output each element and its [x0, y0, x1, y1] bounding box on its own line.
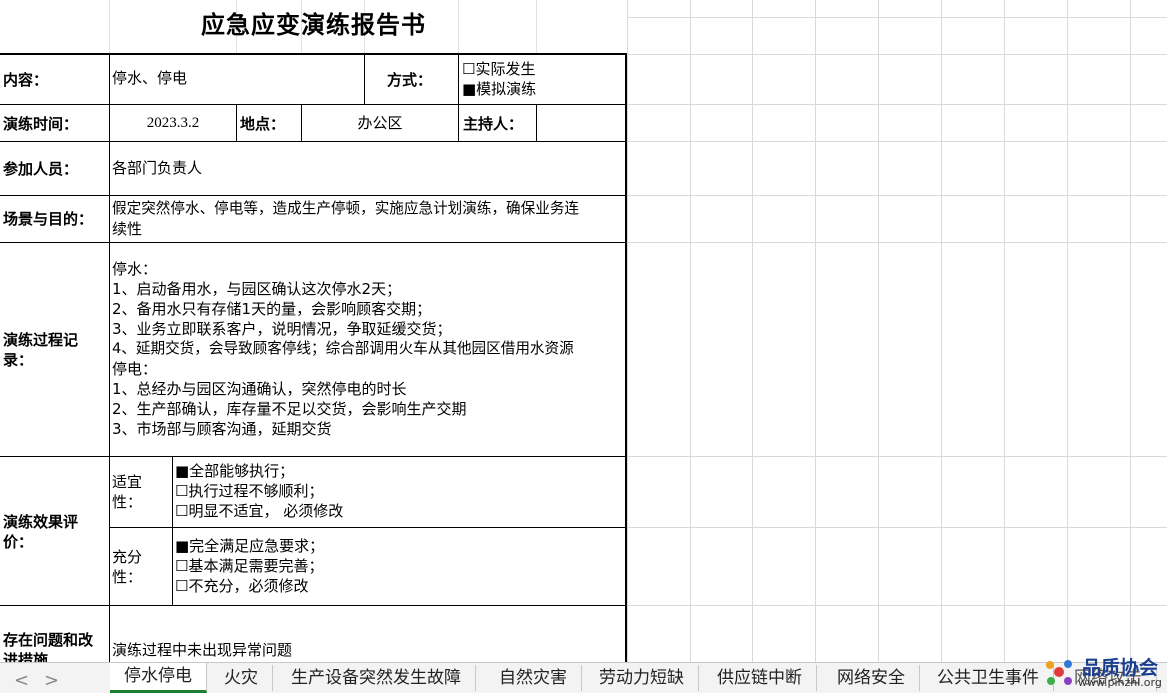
process-line[interactable]: 停电： — [112, 359, 157, 379]
process-label: 录： — [3, 351, 34, 369]
chevron-left-icon[interactable]: < — [14, 670, 29, 691]
sufficiency-label: 性： — [112, 568, 143, 586]
report-title: 应急应变演练报告书 — [201, 10, 426, 39]
place-value[interactable]: 办公区 — [302, 113, 458, 133]
tab-fire[interactable]: 火灾 — [210, 665, 273, 691]
sufficiency-option[interactable]: ☐基本满足需要完善； — [175, 556, 323, 576]
grid-line — [627, 104, 1167, 105]
grid-line — [627, 0, 628, 662]
issue-label: 进措施 — [3, 651, 49, 662]
process-line[interactable]: 3、业务立即联系客户，说明情况，争取延缓交货； — [112, 319, 452, 339]
scene-value-line[interactable]: 续性 — [112, 219, 142, 239]
border — [172, 456, 173, 605]
chevron-right-icon[interactable]: > — [44, 670, 59, 691]
process-line[interactable]: 2、生产部确认，库存量不足以交货，会影响生产交期 — [112, 399, 467, 419]
grid-line — [627, 605, 1167, 606]
border — [536, 104, 537, 141]
grid-line — [627, 527, 1167, 528]
effect-label: 价： — [3, 533, 34, 551]
grid-line — [627, 242, 1167, 243]
grid-line — [1067, 0, 1068, 662]
border — [625, 53, 627, 662]
tab-labor-shortage[interactable]: 劳动力短缺 — [585, 665, 699, 691]
people-value[interactable]: 各部门负责人 — [112, 158, 202, 178]
border — [0, 104, 627, 105]
grid-line — [627, 54, 1167, 55]
grid-line — [1004, 0, 1005, 662]
host-label: 主持人： — [463, 115, 524, 133]
tab-natural-disaster[interactable]: 自然灾害 — [485, 665, 582, 691]
content-label: 内容： — [3, 71, 49, 89]
process-line[interactable]: 3、市场部与顾客沟通，延期交货 — [112, 419, 332, 439]
grid-line — [815, 0, 816, 662]
tab-equipment-failure[interactable]: 生产设备突然发生故障 — [277, 665, 476, 691]
time-label: 演练时间： — [3, 115, 79, 133]
logo-mark-icon — [1046, 660, 1072, 685]
issue-label: 存在问题和改 — [3, 631, 94, 649]
content-value[interactable]: 停水、停电 — [112, 68, 187, 88]
watermark-url: www.pinzhi.org — [1078, 676, 1162, 689]
border — [0, 605, 627, 606]
process-line[interactable]: 4、延期交货，会导致顾客停线；综合部调用火车从其他园区借用水资源 — [112, 339, 574, 359]
process-label: 演练过程记 — [3, 331, 79, 349]
border — [236, 104, 237, 141]
grid-line — [627, 141, 1167, 142]
border — [109, 53, 110, 662]
suitability-option[interactable]: ☐执行过程不够顺利； — [175, 481, 323, 501]
sufficiency-option[interactable]: ☐不充分，必须修改 — [175, 576, 308, 596]
border — [0, 456, 627, 457]
process-line[interactable]: 2、备用水只有存储1天的量，会影响顾客交期； — [112, 299, 431, 319]
grid-line — [627, 17, 1167, 18]
tab-network-security[interactable]: 网络安全 — [823, 665, 920, 691]
effect-label: 演练效果评 — [3, 513, 79, 531]
time-value[interactable]: 2023.3.2 — [110, 113, 236, 133]
sheet-tab-bar: < > 停水停电 火灾 生产设备突然发生故障 自然灾害 劳动力短缺 供应链中断 … — [0, 662, 1167, 693]
process-line[interactable]: 1、启动备用水，与园区确认这次停水2天； — [112, 279, 401, 299]
mode-option-simulated[interactable]: ■模拟演练 — [462, 79, 536, 99]
border — [0, 195, 627, 196]
tab-water-power-outage[interactable]: 停水停电 — [110, 663, 207, 693]
border — [458, 53, 459, 141]
process-line[interactable]: 1、总经办与园区沟通确认，突然停电的时长 — [112, 379, 407, 399]
watermark-logo: 品质协会 www.pinzhi.org — [1040, 652, 1167, 692]
grid-line — [941, 0, 942, 662]
place-label: 地点： — [240, 115, 286, 133]
sufficiency-label: 充分 — [112, 548, 143, 566]
sufficiency-option[interactable]: ■完全满足应急要求； — [175, 536, 324, 556]
process-line[interactable]: 停水： — [112, 259, 157, 279]
border — [0, 242, 627, 243]
mode-option-actual[interactable]: ☐实际发生 — [462, 59, 535, 79]
people-label: 参加人员： — [3, 160, 79, 178]
grid-line — [878, 0, 879, 662]
grid-line — [690, 0, 691, 662]
grid-line — [627, 195, 1167, 196]
suitability-label: 性： — [112, 493, 143, 511]
grid-line — [627, 456, 1167, 457]
suitability-option[interactable]: ☐明显不适宜， 必须修改 — [175, 501, 343, 521]
border — [0, 53, 627, 55]
mode-label: 方式： — [387, 71, 433, 89]
border — [0, 141, 627, 142]
scene-label: 场景与目的： — [3, 210, 94, 228]
tab-public-health[interactable]: 公共卫生事件 — [923, 665, 1054, 691]
tab-supply-chain[interactable]: 供应链中断 — [703, 665, 817, 691]
suitability-label: 适宜 — [112, 473, 143, 491]
border — [364, 53, 365, 104]
scene-value-line[interactable]: 假定突然停水、停电等，造成生产停顿，实施应急计划演练，确保业务连 — [112, 199, 579, 219]
border — [109, 527, 627, 528]
spreadsheet-grid[interactable]: 应急应变演练报告书 内容： 停水、停电 方式： ☐实际发生 ■模拟演练 演练时间… — [0, 0, 1167, 662]
suitability-option[interactable]: ■全部能够执行； — [175, 461, 294, 481]
issue-value[interactable]: 演练过程中未出现异常问题 — [112, 640, 292, 660]
grid-line — [752, 0, 753, 662]
grid-line — [1130, 0, 1131, 662]
